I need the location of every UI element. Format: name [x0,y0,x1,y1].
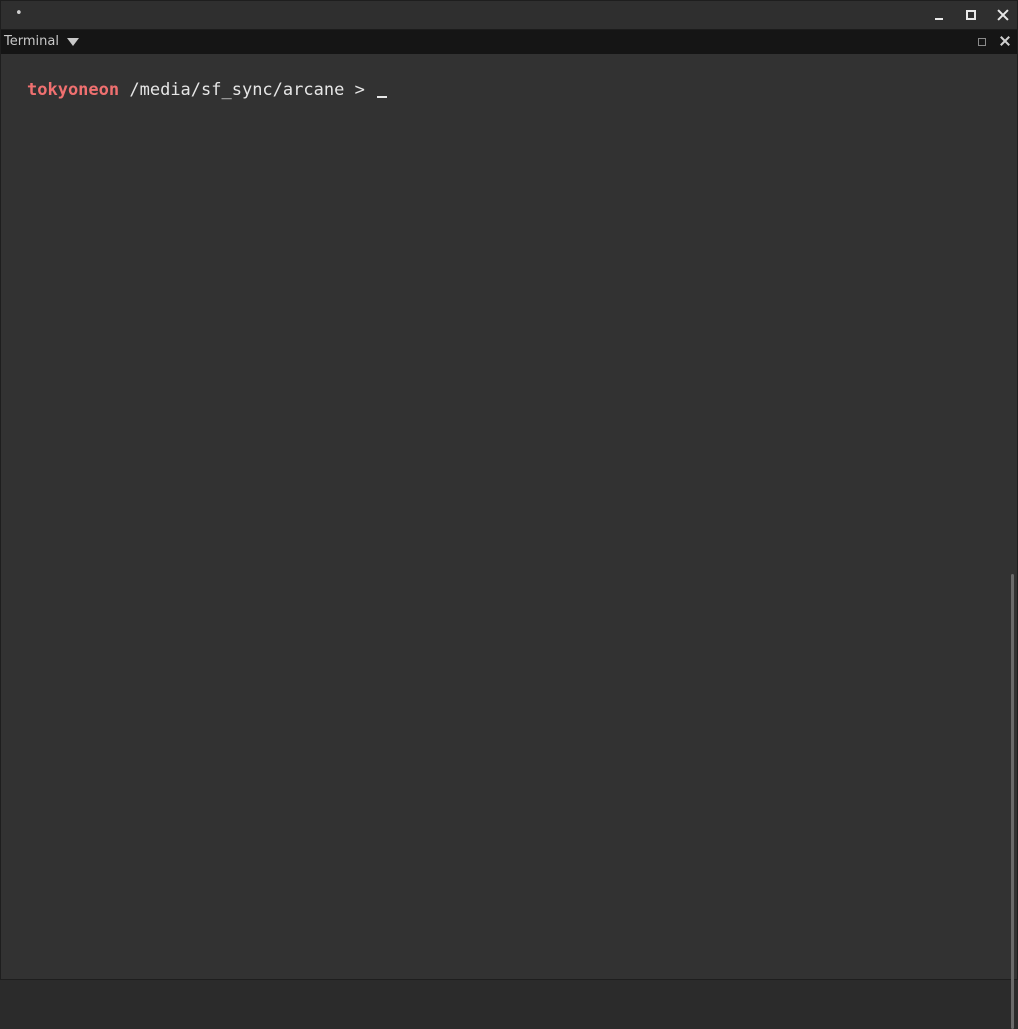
minimize-button[interactable] [929,5,949,25]
maximize-icon [966,10,976,20]
close-button[interactable] [993,5,1013,25]
window-title: • [15,6,23,21]
panel-header: Terminal [1,30,1017,54]
float-panel-icon[interactable] [978,38,986,46]
prompt-user: tokyoneon [27,80,120,100]
dropdown-arrow-icon [66,38,79,46]
close-icon [997,9,1009,21]
minimize-icon [935,18,943,20]
terminal-body[interactable]: tokyoneon /media/sf_sync/arcane > [1,54,1017,1029]
panel-close-icon[interactable] [1000,36,1010,46]
prompt-path: /media/sf_sync/arcane [129,80,345,100]
scrollbar[interactable] [1011,574,1014,1029]
text-cursor [377,96,388,98]
panel-menu-button[interactable]: Terminal [4,34,79,50]
terminal-window: • Terminal tokyoneon /media/sf_sync/arca… [0,0,1018,1029]
prompt-symbol: > [354,80,365,100]
window-titlebar[interactable]: • [1,1,1017,30]
maximize-button[interactable] [961,5,981,25]
panel-title: Terminal [4,34,59,49]
prompt-line: tokyoneon /media/sf_sync/arcane > [27,79,388,101]
